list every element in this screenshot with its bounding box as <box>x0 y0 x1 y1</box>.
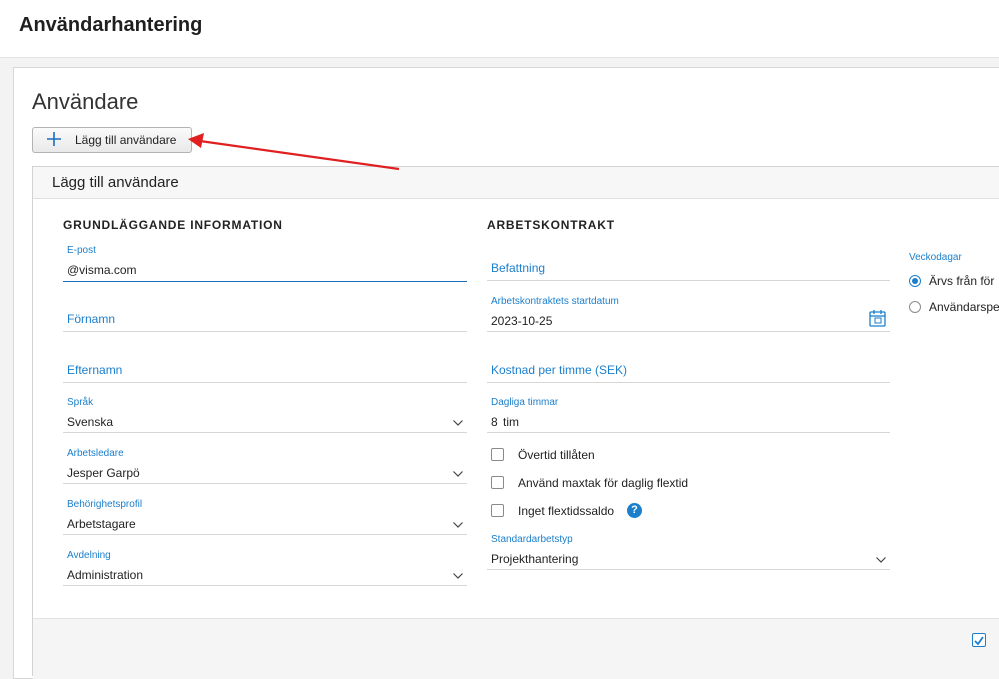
footer-checkbox[interactable] <box>972 633 986 647</box>
weekdays-inherit-radio[interactable]: Ärvs från för <box>909 274 999 291</box>
supervisor-select[interactable]: Arbetsledare Jesper Garpö <box>63 447 467 484</box>
daily-hours-value: 8 <box>491 415 498 429</box>
panel-header: Lägg till användare <box>33 167 999 199</box>
weekdays-user-specific-radio[interactable]: Användarspe <box>909 300 999 317</box>
start-date-label: Arbetskontraktets startdatum <box>491 296 619 307</box>
first-name-placeholder: Förnamn <box>67 312 116 326</box>
plus-icon <box>47 132 61 146</box>
department-label: Avdelning <box>67 550 111 561</box>
department-select[interactable]: Avdelning Administration <box>63 549 467 586</box>
chevron-down-icon <box>453 573 463 579</box>
add-user-button[interactable]: Lägg till användare <box>32 127 192 153</box>
default-work-type-label: Standardarbetstyp <box>491 534 573 545</box>
last-name-placeholder: Efternamn <box>67 363 123 377</box>
chevron-down-icon <box>876 557 886 563</box>
no-flextime-balance-label: Inget flextidssaldo <box>518 504 615 518</box>
start-date-field[interactable]: Arbetskontraktets startdatum 2023-10-25 <box>487 295 890 332</box>
hourly-cost-placeholder: Kostnad per timme (SEK) <box>491 363 628 377</box>
department-value: Administration <box>67 568 144 582</box>
app-title: Användarhantering <box>19 14 203 36</box>
calendar-icon[interactable] <box>869 309 886 327</box>
email-label: E-post <box>67 245 96 256</box>
permission-profile-select[interactable]: Behörighetsprofil Arbetstagare <box>63 498 467 535</box>
default-work-type-value: Projekthantering <box>491 552 579 566</box>
daily-hours-label: Dagliga timmar <box>491 397 559 408</box>
permission-profile-value: Arbetstagare <box>67 517 136 531</box>
chevron-down-icon <box>453 420 463 426</box>
checkmark-icon <box>974 636 984 646</box>
language-value: Svenska <box>67 415 114 429</box>
daily-hours-field[interactable]: Dagliga timmar 8 tim <box>487 396 890 433</box>
daily-hours-unit: tim <box>503 415 519 429</box>
language-select[interactable]: Språk Svenska <box>63 396 467 433</box>
chevron-down-icon <box>453 522 463 528</box>
position-placeholder: Befattning <box>491 261 546 275</box>
checkbox-box[interactable] <box>491 476 504 489</box>
start-date-value: 2023-10-25 <box>491 314 553 328</box>
last-name-field[interactable]: Efternamn <box>63 353 467 383</box>
weekdays-label: Veckodagar <box>909 252 962 263</box>
checkbox-box[interactable] <box>491 504 504 517</box>
first-name-field[interactable]: Förnamn <box>63 302 467 332</box>
overtime-allowed-checkbox[interactable]: Övertid tillåten <box>491 447 871 465</box>
no-flextime-balance-checkbox[interactable]: Inget flextidssaldo ? <box>491 503 871 521</box>
page-title: Användare <box>32 89 139 114</box>
flextime-cap-label: Använd maxtak för daglig flextid <box>518 476 689 490</box>
chevron-down-icon <box>453 471 463 477</box>
supervisor-label: Arbetsledare <box>67 448 124 459</box>
add-user-button-label: Lägg till användare <box>75 133 177 147</box>
contract-heading: ARBETSKONTRAKT <box>487 218 615 232</box>
weekdays-user-specific-label: Användarspe <box>929 300 999 314</box>
language-label: Språk <box>67 397 94 408</box>
position-field[interactable]: Befattning <box>487 251 890 281</box>
email-value: @visma.com <box>67 263 137 277</box>
radio-unselected[interactable] <box>909 301 921 313</box>
help-icon[interactable]: ? <box>627 503 642 518</box>
default-work-type-select[interactable]: Standardarbetstyp Projekthantering <box>487 533 890 570</box>
basic-info-heading: GRUNDLÄGGANDE INFORMATION <box>63 218 283 232</box>
panel-title: Lägg till användare <box>52 174 179 191</box>
overtime-allowed-label: Övertid tillåten <box>518 448 595 462</box>
weekdays-inherit-label: Ärvs från för <box>929 274 995 288</box>
permission-profile-label: Behörighetsprofil <box>67 499 143 510</box>
checkbox-box[interactable] <box>491 448 504 461</box>
email-field[interactable]: E-post @visma.com <box>63 244 467 282</box>
radio-selected[interactable] <box>909 275 921 287</box>
top-bar: Användarhantering <box>0 0 999 58</box>
supervisor-value: Jesper Garpö <box>67 466 140 480</box>
flextime-cap-checkbox[interactable]: Använd maxtak för daglig flextid <box>491 475 871 493</box>
panel-footer <box>33 618 999 679</box>
hourly-cost-field[interactable]: Kostnad per timme (SEK) <box>487 353 890 383</box>
